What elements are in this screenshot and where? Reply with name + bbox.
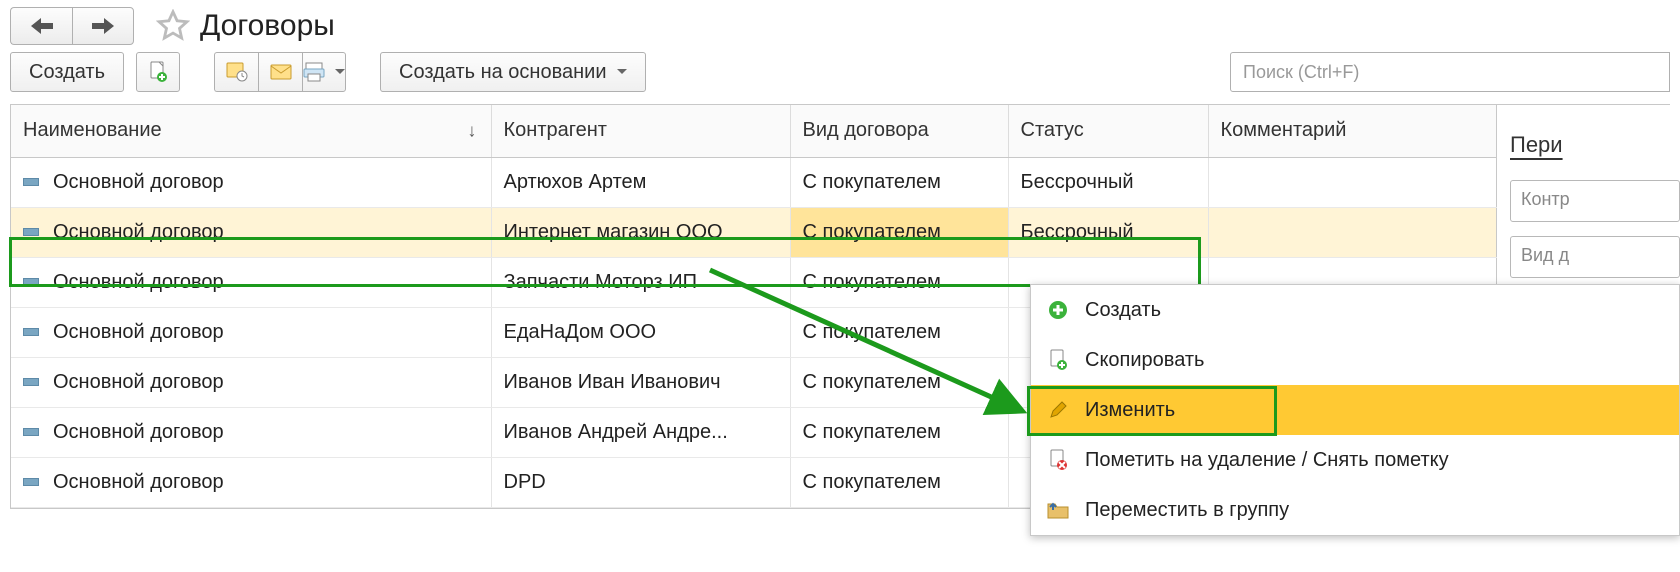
cell-counterparty: Артюхов Артем [491, 157, 790, 207]
cell-name: Основной договор [11, 357, 491, 407]
context-menu-item[interactable]: Скопировать [1031, 335, 1679, 385]
create-based-on-label: Создать на основании [399, 61, 607, 84]
row-icon [23, 428, 39, 436]
plus-icon [1047, 299, 1069, 321]
folder-icon [1047, 499, 1069, 521]
cell-counterparty: Запчасти Моторз ИП [491, 257, 790, 307]
cell-status: Бессрочный [1008, 157, 1208, 207]
side-field-kind[interactable]: Вид д [1510, 236, 1680, 278]
cell-name: Основной договор [11, 407, 491, 457]
print-button[interactable] [302, 52, 346, 92]
create-based-on-button[interactable]: Создать на основании [380, 52, 646, 92]
icon-button-group [214, 52, 346, 92]
col-header-comment[interactable]: Комментарий [1208, 105, 1496, 157]
search-input[interactable] [1230, 52, 1670, 92]
col-header-status[interactable]: Статус [1008, 105, 1208, 157]
context-menu-item[interactable]: Изменить [1031, 385, 1679, 435]
row-icon [23, 378, 39, 386]
context-menu-label: Пометить на удаление / Снять пометку [1085, 449, 1449, 472]
col-header-kind[interactable]: Вид договора [790, 105, 1008, 157]
cell-counterparty: Иванов Иван Иванович [491, 357, 790, 407]
favorite-star-icon[interactable] [156, 9, 190, 43]
cell-kind: С покупателем [790, 457, 1008, 507]
cell-name: Основной договор [11, 307, 491, 357]
cell-kind: С покупателем [790, 407, 1008, 457]
cell-counterparty: Иванов Андрей Андре... [491, 407, 790, 457]
cell-name: Основной договор [11, 257, 491, 307]
cell-name: Основной договор [11, 457, 491, 507]
pencil-icon [1047, 399, 1069, 421]
col-header-counterparty[interactable]: Контрагент [491, 105, 790, 157]
context-menu-label: Скопировать [1085, 349, 1204, 372]
row-icon [23, 228, 39, 236]
row-icon [23, 478, 39, 486]
row-icon [23, 178, 39, 186]
context-menu-label: Переместить в группу [1085, 499, 1289, 522]
mail-button[interactable] [258, 52, 302, 92]
row-icon [23, 328, 39, 336]
side-field-counterparty[interactable]: Контр [1510, 180, 1680, 222]
delete-icon [1047, 449, 1069, 471]
col-header-name[interactable]: Наименование↓ [11, 105, 491, 157]
create-button[interactable]: Создать [10, 52, 124, 92]
row-icon [23, 278, 39, 286]
table-header-row: Наименование↓ Контрагент Вид договора Ст… [11, 105, 1496, 157]
sort-indicator-icon: ↓ [468, 120, 477, 141]
cell-name: Основной договор [11, 207, 491, 257]
cell-kind: С покупателем [790, 157, 1008, 207]
cell-comment [1208, 207, 1496, 257]
forward-button[interactable] [72, 7, 134, 45]
table-row[interactable]: Основной договор Артюхов Артем С покупат… [11, 157, 1496, 207]
side-filter-panel: Пери Контр Вид д [1510, 132, 1680, 292]
context-menu-label: Изменить [1085, 399, 1175, 422]
search-box [1230, 52, 1670, 92]
context-menu-item[interactable]: Создать [1031, 285, 1679, 335]
side-period-label[interactable]: Пери [1510, 132, 1680, 158]
add-document-button[interactable] [136, 52, 180, 92]
cell-counterparty: DPD [491, 457, 790, 507]
context-menu: Создать Скопировать Изменить Пометить на… [1030, 284, 1680, 536]
page-title: Договоры [200, 9, 335, 43]
context-menu-item[interactable]: Пометить на удаление / Снять пометку [1031, 435, 1679, 485]
cell-kind: С покупателем [790, 257, 1008, 307]
cell-counterparty: ЕдаНаДом ООО [491, 307, 790, 357]
cell-status: Бессрочный [1008, 207, 1208, 257]
cell-kind: С покупателем [790, 307, 1008, 357]
back-button[interactable] [10, 7, 72, 45]
chevron-down-icon [335, 67, 345, 77]
cell-kind: С покупателем [790, 357, 1008, 407]
schedule-button[interactable] [214, 52, 258, 92]
cell-kind: С покупателем [790, 207, 1008, 257]
chevron-down-icon [617, 67, 627, 77]
table-row[interactable]: Основной договор Интернет магазин ООО С … [11, 207, 1496, 257]
nav-buttons [10, 7, 134, 45]
cell-comment [1208, 157, 1496, 207]
context-menu-label: Создать [1085, 299, 1161, 322]
copy-icon [1047, 349, 1069, 371]
cell-counterparty: Интернет магазин ООО [491, 207, 790, 257]
context-menu-item[interactable]: Переместить в группу [1031, 485, 1679, 535]
cell-name: Основной договор [11, 157, 491, 207]
